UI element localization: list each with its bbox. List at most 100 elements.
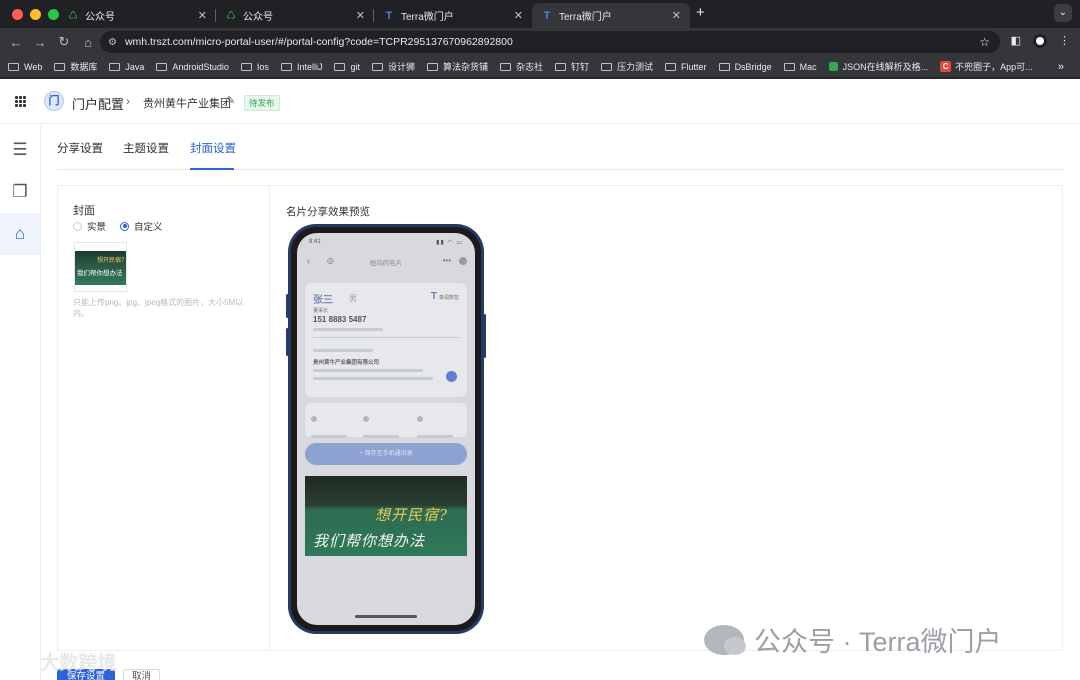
bookmark-item[interactable]: 杂志社: [500, 60, 543, 73]
reload-icon[interactable]: ↻: [52, 34, 76, 50]
watermark-right-text: 公众号 · Terra微门户: [754, 627, 1002, 657]
bookmark-item[interactable]: Ios: [240, 62, 269, 72]
toolbar-right: ◧ ⋮: [1011, 34, 1070, 48]
layout-stack-icon: ☰: [12, 140, 28, 159]
watermark-right: 公众号 · Terra微门户: [704, 620, 1002, 659]
tab-share-settings[interactable]: 分享设置: [57, 140, 103, 156]
minimize-window-button[interactable]: [30, 9, 41, 20]
tab-search-chevron-icon[interactable]: ⌄: [1054, 4, 1072, 22]
url-text[interactable]: wmh.trszt.com/micro-portal-user/#/portal…: [125, 36, 513, 48]
tab-close-icon[interactable]: ✕: [198, 9, 207, 22]
bookmark-item[interactable]: IntelliJ: [280, 62, 322, 72]
address-bar[interactable]: ⚙ wmh.trszt.com/micro-portal-user/#/port…: [100, 31, 1000, 53]
bookmarks-bar: Web 数据库 Java AndroidStudio Ios IntelliJ git 设计狮…: [0, 56, 1080, 78]
bookmark-label: 设计狮: [387, 62, 415, 72]
tab-title: Terra微门户: [559, 12, 612, 23]
card-logo: T 泰润数智: [430, 291, 459, 302]
folder-icon: [334, 62, 346, 71]
card-name: 张三: [313, 295, 333, 306]
bookmark-star-icon[interactable]: ☆: [979, 35, 990, 49]
edit-icon[interactable]: ✎: [226, 94, 235, 107]
radio-label-custom[interactable]: 自定义: [134, 219, 163, 233]
cover-upload-thumbnail[interactable]: 想开民宿? 我们帮你想办法: [74, 242, 127, 292]
bookmark-item[interactable]: JSON在线解析及格...: [828, 60, 929, 73]
folder-icon: [500, 62, 511, 71]
app-grid-icon[interactable]: [15, 96, 26, 107]
browser-menu-icon[interactable]: ⋮: [1059, 34, 1070, 48]
folder-icon: [555, 62, 567, 71]
back-arrow-icon[interactable]: ←: [4, 35, 28, 50]
folder-icon: [240, 62, 252, 71]
bookmark-item[interactable]: git: [334, 62, 360, 72]
home-icon[interactable]: ⌂: [76, 35, 100, 50]
capsule-close-icon: [459, 257, 467, 265]
tab-cover-settings[interactable]: 封面设置: [190, 140, 236, 156]
phone-mockup: 9:41 ▮▮ ◠ ▭ ‹ ◎ 他向的名片 ••• 张三 男 T 泰润数智 董事长: [286, 224, 486, 634]
tab-close-icon[interactable]: ✕: [672, 9, 681, 22]
card-gender: 男: [349, 294, 357, 303]
sidebar-item-layout[interactable]: ☰: [0, 129, 40, 171]
tab-theme-settings[interactable]: 主题设置: [123, 140, 169, 156]
folder-icon: [280, 62, 292, 71]
cover-label: 封面: [73, 205, 95, 217]
business-card: 张三 男 T 泰润数智 董事长 151 8883 5487 贵州黄牛产业集团有限公…: [305, 283, 467, 397]
bookmark-item[interactable]: Flutter: [665, 62, 707, 72]
tab-close-icon[interactable]: ✕: [356, 9, 365, 22]
copy-pages-icon: ❐: [12, 182, 28, 201]
browser-tab-bar: ♺ 公众号 ✕ ♺ 公众号 ✕ T Terra微门户 ✕ T Terra微门户 …: [0, 0, 1080, 28]
radio-real-scene[interactable]: [73, 221, 82, 231]
bookmark-item[interactable]: 数据库: [54, 60, 97, 73]
bookmark-item[interactable]: Mac: [783, 62, 817, 72]
terra-logo-icon: T: [543, 9, 551, 22]
home-settings-icon: ⌂: [14, 224, 26, 243]
radio-custom[interactable]: [120, 221, 130, 231]
folder-icon: [665, 62, 677, 71]
cover-text-line2: 我们帮你想办法: [313, 532, 426, 550]
bookmark-item[interactable]: 压力测试: [601, 60, 653, 73]
bookmark-label: 钉钉: [571, 62, 590, 72]
bookmark-label: JSON在线解析及格...: [842, 62, 929, 72]
cover-config-panel: 封面 实景 自定义 想开民宿? 我们帮你想办法 只能上传png、jpg、jpeg…: [58, 186, 270, 650]
bookmark-label: AndroidStudio: [172, 61, 229, 72]
active-tab-indicator: [190, 168, 234, 170]
tab-close-icon[interactable]: ✕: [514, 9, 523, 22]
thumb-text-line2: 我们帮你想办法: [77, 269, 123, 277]
card-role: 董事长: [313, 308, 329, 314]
browser-tab-active[interactable]: T Terra微门户 ✕: [532, 3, 690, 28]
tab-title: 公众号: [243, 12, 273, 23]
new-tab-button[interactable]: +: [696, 4, 705, 21]
sidebar-item-portal[interactable]: ⌂: [0, 213, 40, 255]
forward-arrow-icon[interactable]: →: [28, 35, 52, 50]
bookmarks-overflow-icon[interactable]: »: [1058, 61, 1064, 73]
browser-toolbar: ← → ↻ ⌂ ⚙ wmh.trszt.com/micro-portal-use…: [0, 28, 1080, 56]
app-header: 门 门户配置 › 贵州黄牛产业集团 ✎ 待发布: [0, 79, 1080, 124]
browser-tabs: ♺ 公众号 ✕ ♺ 公众号 ✕ T Terra微门户 ✕ T Terra微门户 …: [58, 3, 690, 28]
bookmark-item[interactable]: AndroidStudio: [156, 62, 229, 72]
bookmark-item[interactable]: 设计狮: [371, 60, 415, 73]
bookmark-item[interactable]: Java: [109, 62, 144, 72]
sidebar: ☰ ❐ ⌂: [0, 125, 41, 680]
status-badge: 待发布: [244, 95, 280, 111]
side-panel-icon[interactable]: ◧: [1011, 34, 1021, 48]
browser-tab[interactable]: ♺ 公众号 ✕: [58, 3, 216, 28]
bookmark-item[interactable]: C 不兜圈子，App可...: [940, 60, 1033, 73]
site-info-icon[interactable]: ⚙: [108, 37, 117, 48]
radio-label-real-scene[interactable]: 实景: [87, 219, 106, 233]
bookmark-item[interactable]: 算法杂货铺: [426, 60, 488, 73]
folder-icon: [109, 62, 121, 71]
phone-screen: 9:41 ▮▮ ◠ ▭ ‹ ◎ 他向的名片 ••• 张三 男 T 泰润数智 董事长: [297, 233, 475, 625]
bookmark-item[interactable]: DsBridge: [718, 62, 772, 72]
close-window-button[interactable]: [12, 9, 23, 20]
json-tool-icon: [828, 62, 838, 71]
folder-icon: [54, 62, 66, 71]
cancel-button[interactable]: 取消: [123, 669, 161, 680]
sidebar-item-pages[interactable]: ❐: [0, 171, 40, 213]
folder-icon: [426, 62, 438, 71]
bookmark-item[interactable]: 钉钉: [555, 60, 589, 73]
browser-tab[interactable]: ♺ 公众号 ✕: [216, 3, 374, 28]
chevron-right-icon: ›: [126, 94, 130, 108]
browser-tab[interactable]: T Terra微门户 ✕: [374, 3, 532, 28]
profile-avatar[interactable]: [1033, 34, 1047, 48]
bookmark-item[interactable]: Web: [8, 62, 42, 72]
portal-logo: 门: [44, 91, 64, 111]
